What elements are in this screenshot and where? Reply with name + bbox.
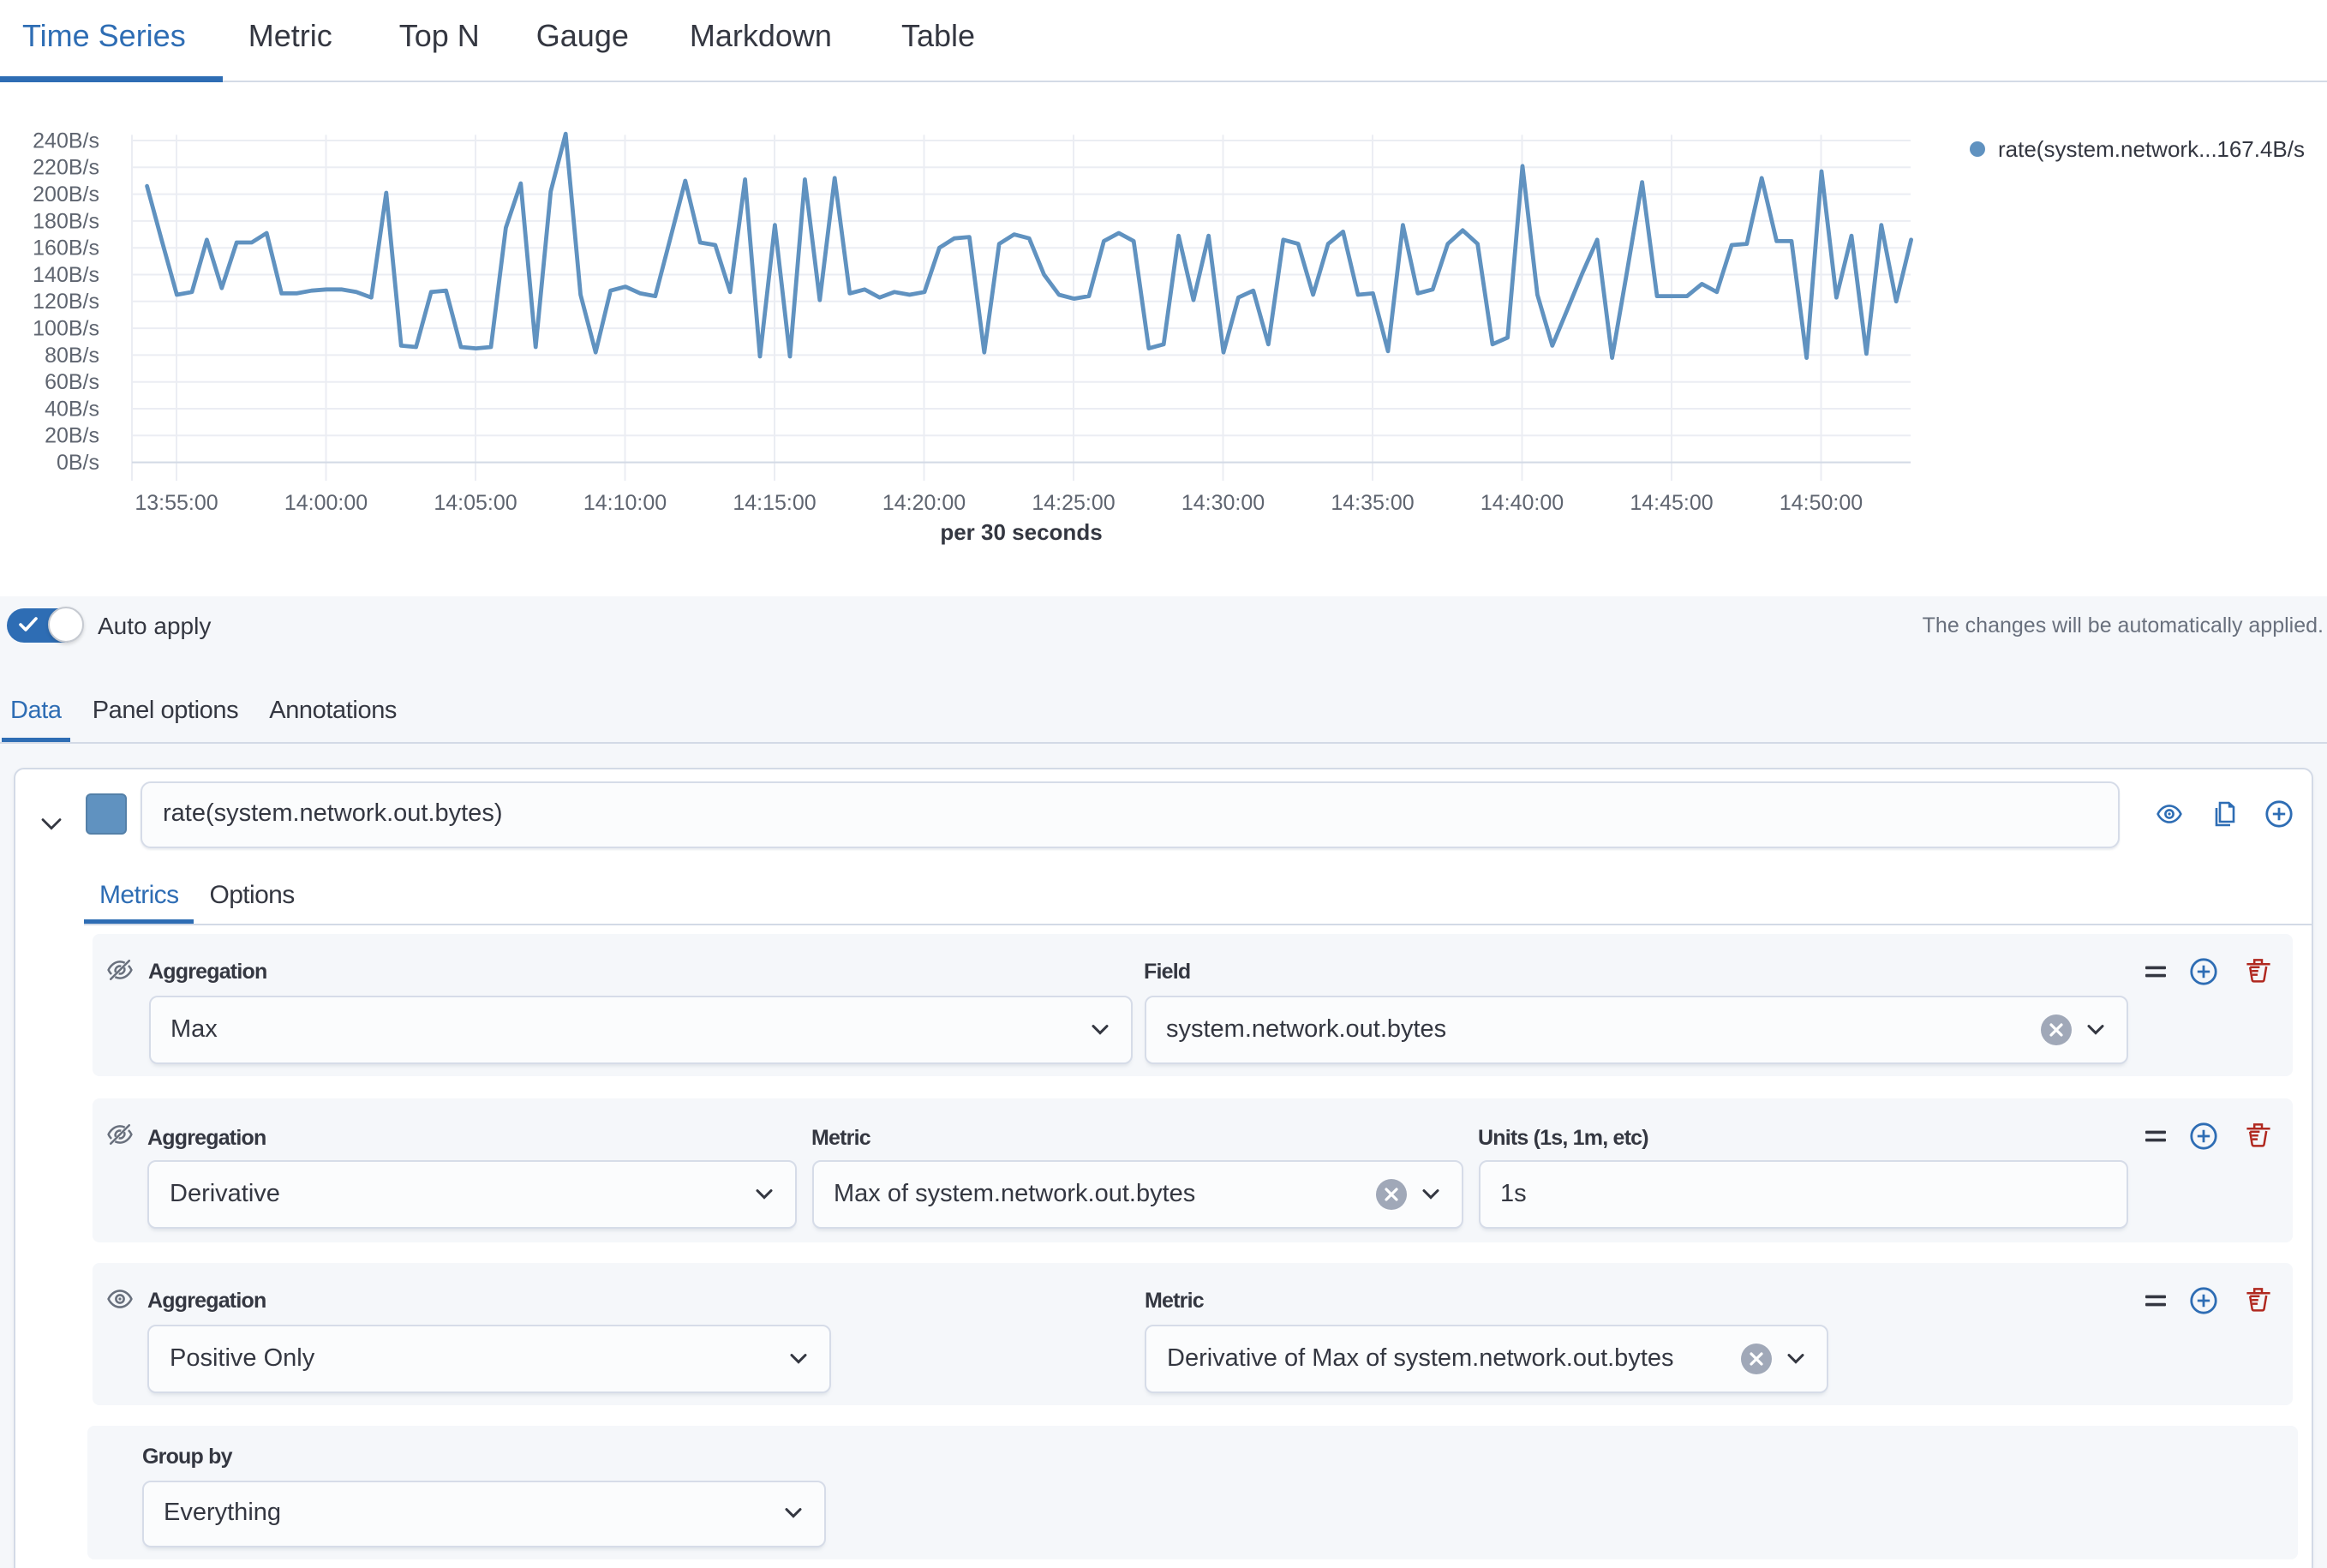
svg-text:14:35:00: 14:35:00: [1331, 491, 1414, 515]
svg-text:14:20:00: 14:20:00: [882, 491, 966, 515]
svg-text:0B/s: 0B/s: [57, 451, 99, 475]
svg-text:14:25:00: 14:25:00: [1032, 491, 1115, 515]
svg-text:160B/s: 160B/s: [33, 236, 99, 260]
svg-text:rate(system.network...: rate(system.network...: [1998, 136, 2217, 162]
svg-text:14:40:00: 14:40:00: [1481, 491, 1564, 515]
svg-text:200B/s: 200B/s: [33, 183, 99, 206]
svg-text:120B/s: 120B/s: [33, 290, 99, 314]
svg-text:220B/s: 220B/s: [33, 156, 99, 180]
svg-text:20B/s: 20B/s: [45, 424, 99, 448]
svg-text:140B/s: 140B/s: [33, 263, 99, 287]
svg-text:14:45:00: 14:45:00: [1630, 491, 1713, 515]
svg-text:100B/s: 100B/s: [33, 317, 99, 341]
svg-text:60B/s: 60B/s: [45, 370, 99, 394]
svg-text:14:15:00: 14:15:00: [733, 491, 816, 515]
svg-text:180B/s: 180B/s: [33, 209, 99, 233]
svg-text:14:00:00: 14:00:00: [284, 491, 368, 515]
svg-text:14:10:00: 14:10:00: [583, 491, 667, 515]
svg-text:14:30:00: 14:30:00: [1181, 491, 1265, 515]
svg-text:80B/s: 80B/s: [45, 344, 99, 368]
svg-text:per 30 seconds: per 30 seconds: [940, 519, 1102, 545]
svg-text:167.4B/s: 167.4B/s: [2216, 136, 2305, 162]
svg-text:40B/s: 40B/s: [45, 397, 99, 421]
svg-text:14:05:00: 14:05:00: [434, 491, 517, 515]
svg-text:13:55:00: 13:55:00: [135, 491, 218, 515]
svg-text:240B/s: 240B/s: [33, 129, 99, 153]
svg-text:14:50:00: 14:50:00: [1780, 491, 1863, 515]
